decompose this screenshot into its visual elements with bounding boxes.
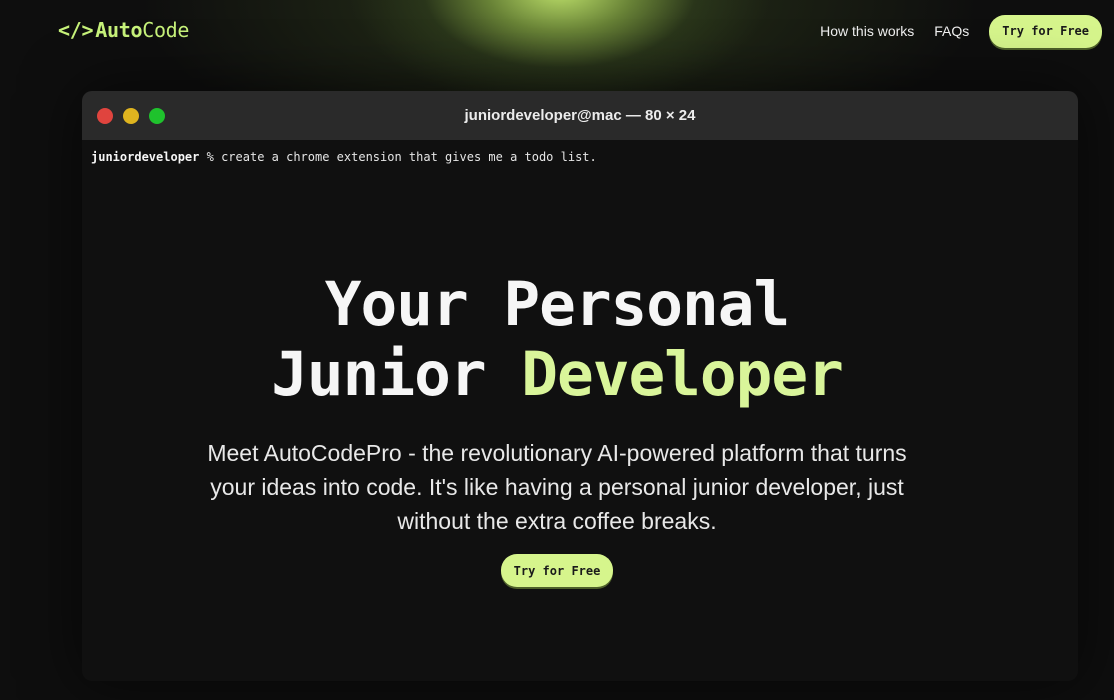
hero-try-for-free-button[interactable]: Try for Free bbox=[500, 554, 614, 587]
minimize-window-icon[interactable] bbox=[123, 108, 139, 124]
hero-title: Your Personal Junior Developer bbox=[0, 270, 1114, 410]
hero-section: Your Personal Junior Developer Meet Auto… bbox=[0, 270, 1114, 587]
terminal-title: juniordeveloper@mac — 80 × 24 bbox=[464, 107, 696, 124]
maximize-window-icon[interactable] bbox=[149, 108, 165, 124]
window-controls bbox=[97, 108, 175, 124]
terminal-prompt-line: juniordeveloper % create a chrome extens… bbox=[82, 140, 1078, 164]
hero-title-line1: Your Personal bbox=[324, 269, 790, 340]
prompt-symbol: % bbox=[206, 150, 214, 164]
code-brackets-icon: </> bbox=[58, 18, 94, 42]
prompt-command: create a chrome extension that gives me … bbox=[221, 150, 597, 164]
header-try-for-free-button[interactable]: Try for Free bbox=[989, 14, 1102, 48]
logo-text-code: Code bbox=[142, 18, 190, 42]
site-header: </> Auto Code How this works FAQs Try for… bbox=[0, 0, 1114, 62]
nav-faqs[interactable]: FAQs bbox=[934, 23, 969, 39]
main-nav: How this works FAQs Try for Free bbox=[820, 0, 1102, 62]
nav-how-this-works[interactable]: How this works bbox=[820, 23, 914, 39]
hero-title-developer: Developer bbox=[521, 339, 844, 410]
logo-text-auto: Auto bbox=[95, 18, 143, 42]
close-window-icon[interactable] bbox=[97, 108, 113, 124]
logo[interactable]: </> Auto Code bbox=[58, 18, 189, 42]
hero-description: Meet AutoCodePro - the revolutionary AI-… bbox=[207, 440, 907, 534]
hero-title-junior: Junior bbox=[271, 339, 486, 410]
prompt-user: juniordeveloper bbox=[91, 150, 200, 164]
terminal-title-bar: juniordeveloper@mac — 80 × 24 bbox=[82, 91, 1078, 140]
